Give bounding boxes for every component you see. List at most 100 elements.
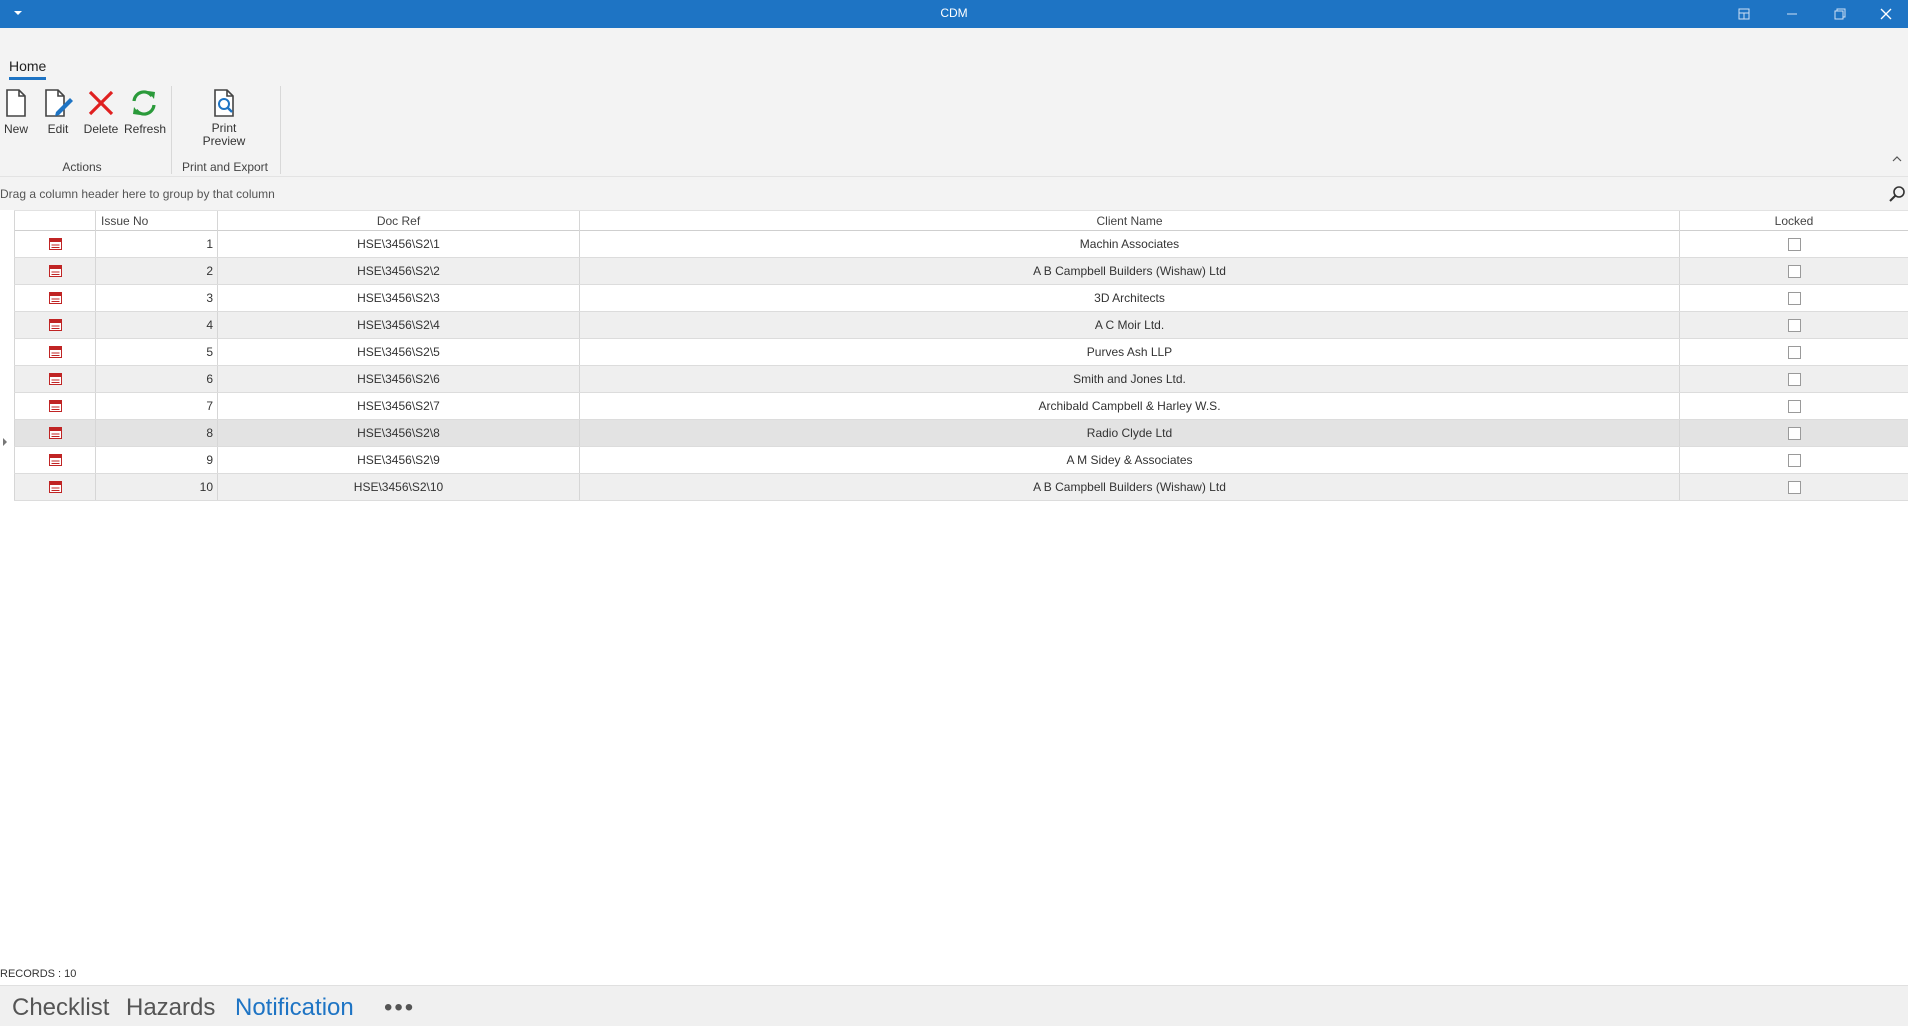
- print-preview-button[interactable]: Print Preview: [201, 88, 247, 148]
- document-type-icon: [48, 427, 62, 439]
- doc-ref-cell[interactable]: HSE\3456\S2\7: [218, 393, 580, 419]
- doc-ref-cell[interactable]: HSE\3456\S2\1: [218, 231, 580, 257]
- doc-ref-cell[interactable]: HSE\3456\S2\5: [218, 339, 580, 365]
- locked-checkbox[interactable]: [1787, 237, 1801, 251]
- row-icon-cell[interactable]: [14, 447, 96, 473]
- column-header-issue-no[interactable]: Issue No: [96, 211, 218, 231]
- client-name-cell[interactable]: Purves Ash LLP: [580, 339, 1680, 365]
- minimize-button[interactable]: [1770, 0, 1814, 28]
- issue-no-cell[interactable]: 4: [96, 312, 218, 338]
- row-icon-cell[interactable]: [14, 339, 96, 365]
- issue-no-cell[interactable]: 10: [96, 474, 218, 500]
- table-row[interactable]: 4 HSE\3456\S2\4 A C Moir Ltd.: [14, 312, 1908, 339]
- locked-cell[interactable]: [1680, 285, 1908, 311]
- close-icon: [1880, 8, 1892, 20]
- locked-checkbox[interactable]: [1787, 264, 1801, 278]
- document-type-icon: [48, 292, 62, 304]
- locked-checkbox[interactable]: [1787, 399, 1801, 413]
- locked-cell[interactable]: [1680, 474, 1908, 500]
- row-icon-cell[interactable]: [14, 285, 96, 311]
- locked-cell[interactable]: [1680, 420, 1908, 446]
- locked-checkbox[interactable]: [1787, 372, 1801, 386]
- locked-cell[interactable]: [1680, 447, 1908, 473]
- doc-ref-cell[interactable]: HSE\3456\S2\8: [218, 420, 580, 446]
- current-row-indicator-icon: [2, 429, 8, 446]
- doc-ref-cell[interactable]: HSE\3456\S2\3: [218, 285, 580, 311]
- column-header-icon[interactable]: [14, 211, 96, 231]
- refresh-button[interactable]: Refresh: [124, 88, 166, 136]
- doc-ref-cell[interactable]: HSE\3456\S2\4: [218, 312, 580, 338]
- nav-checklist[interactable]: Checklist: [12, 994, 109, 1022]
- column-header-client-name[interactable]: Client Name: [580, 211, 1680, 231]
- table-row[interactable]: 6 HSE\3456\S2\6 Smith and Jones Ltd.: [14, 366, 1908, 393]
- issue-no-cell[interactable]: 3: [96, 285, 218, 311]
- locked-cell[interactable]: [1680, 312, 1908, 338]
- row-icon-cell[interactable]: [14, 366, 96, 392]
- locked-checkbox[interactable]: [1787, 453, 1801, 467]
- tab-home[interactable]: Home: [9, 58, 46, 74]
- locked-cell[interactable]: [1680, 366, 1908, 392]
- client-name-cell[interactable]: Radio Clyde Ltd: [580, 420, 1680, 446]
- column-header-doc-ref[interactable]: Doc Ref: [218, 211, 580, 231]
- nav-hazards[interactable]: Hazards: [126, 994, 215, 1022]
- nav-notification[interactable]: Notification: [235, 994, 354, 1022]
- row-icon-cell[interactable]: [14, 231, 96, 257]
- document-type-icon: [48, 373, 62, 385]
- layout-button[interactable]: [1722, 0, 1766, 28]
- locked-cell[interactable]: [1680, 231, 1908, 257]
- client-name-cell[interactable]: Machin Associates: [580, 231, 1680, 257]
- table-row[interactable]: 2 HSE\3456\S2\2 A B Campbell Builders (Wis…: [14, 258, 1908, 285]
- delete-button[interactable]: Delete: [82, 88, 120, 136]
- edit-button[interactable]: Edit: [42, 88, 74, 136]
- client-name-cell[interactable]: A B Campbell Builders (Wishaw) Ltd: [580, 258, 1680, 284]
- more-options-button[interactable]: •••: [384, 994, 415, 1022]
- column-header-locked[interactable]: Locked: [1680, 211, 1908, 231]
- collapse-ribbon-icon[interactable]: [1890, 152, 1904, 166]
- table-row[interactable]: 5 HSE\3456\S2\5 Purves Ash LLP: [14, 339, 1908, 366]
- row-icon-cell[interactable]: [14, 258, 96, 284]
- edit-document-icon: [45, 89, 73, 117]
- locked-checkbox[interactable]: [1787, 426, 1801, 440]
- client-name-cell[interactable]: Archibald Campbell & Harley W.S.: [580, 393, 1680, 419]
- client-name-cell[interactable]: Smith and Jones Ltd.: [580, 366, 1680, 392]
- locked-checkbox[interactable]: [1787, 318, 1801, 332]
- client-name-cell[interactable]: A M Sidey & Associates: [580, 447, 1680, 473]
- issue-no-cell[interactable]: 7: [96, 393, 218, 419]
- locked-checkbox[interactable]: [1787, 291, 1801, 305]
- issue-no-cell[interactable]: 8: [96, 420, 218, 446]
- client-name-cell[interactable]: A B Campbell Builders (Wishaw) Ltd: [580, 474, 1680, 500]
- issue-no-cell[interactable]: 1: [96, 231, 218, 257]
- row-icon-cell[interactable]: [14, 393, 96, 419]
- table-row[interactable]: 10 HSE\3456\S2\10 A B Campbell Builders (W…: [14, 474, 1908, 501]
- table-row[interactable]: 1 HSE\3456\S2\1 Machin Associates: [14, 231, 1908, 258]
- client-name-cell[interactable]: A C Moir Ltd.: [580, 312, 1680, 338]
- doc-ref-cell[interactable]: HSE\3456\S2\2: [218, 258, 580, 284]
- refresh-icon: [132, 90, 156, 116]
- locked-checkbox[interactable]: [1787, 480, 1801, 494]
- client-name-cell[interactable]: 3D Architects: [580, 285, 1680, 311]
- close-button[interactable]: [1864, 0, 1908, 28]
- issue-no-cell[interactable]: 6: [96, 366, 218, 392]
- table-row[interactable]: 8 HSE\3456\S2\8 Radio Clyde Ltd: [3, 420, 1908, 447]
- restore-button[interactable]: [1818, 0, 1862, 28]
- row-icon-cell[interactable]: [14, 420, 96, 446]
- new-button[interactable]: New: [2, 88, 30, 136]
- locked-cell[interactable]: [1680, 393, 1908, 419]
- locked-cell[interactable]: [1680, 258, 1908, 284]
- table-row[interactable]: 7 HSE\3456\S2\7 Archibald Campbell & Harle…: [14, 393, 1908, 420]
- issue-no-cell[interactable]: 2: [96, 258, 218, 284]
- issue-no-cell[interactable]: 9: [96, 447, 218, 473]
- table-row[interactable]: 9 HSE\3456\S2\9 A M Sidey & Associates: [14, 447, 1908, 474]
- locked-cell[interactable]: [1680, 339, 1908, 365]
- row-icon-cell[interactable]: [14, 474, 96, 500]
- table-row[interactable]: 3 HSE\3456\S2\3 3D Architects: [14, 285, 1908, 312]
- new-document-icon: [6, 89, 26, 117]
- issue-no-cell[interactable]: 5: [96, 339, 218, 365]
- doc-ref-cell[interactable]: HSE\3456\S2\6: [218, 366, 580, 392]
- doc-ref-cell[interactable]: HSE\3456\S2\9: [218, 447, 580, 473]
- locked-checkbox[interactable]: [1787, 345, 1801, 359]
- doc-ref-cell[interactable]: HSE\3456\S2\10: [218, 474, 580, 500]
- row-icon-cell[interactable]: [14, 312, 96, 338]
- search-icon[interactable]: [1888, 185, 1906, 203]
- group-panel[interactable]: Drag a column header here to group by th…: [0, 176, 1908, 210]
